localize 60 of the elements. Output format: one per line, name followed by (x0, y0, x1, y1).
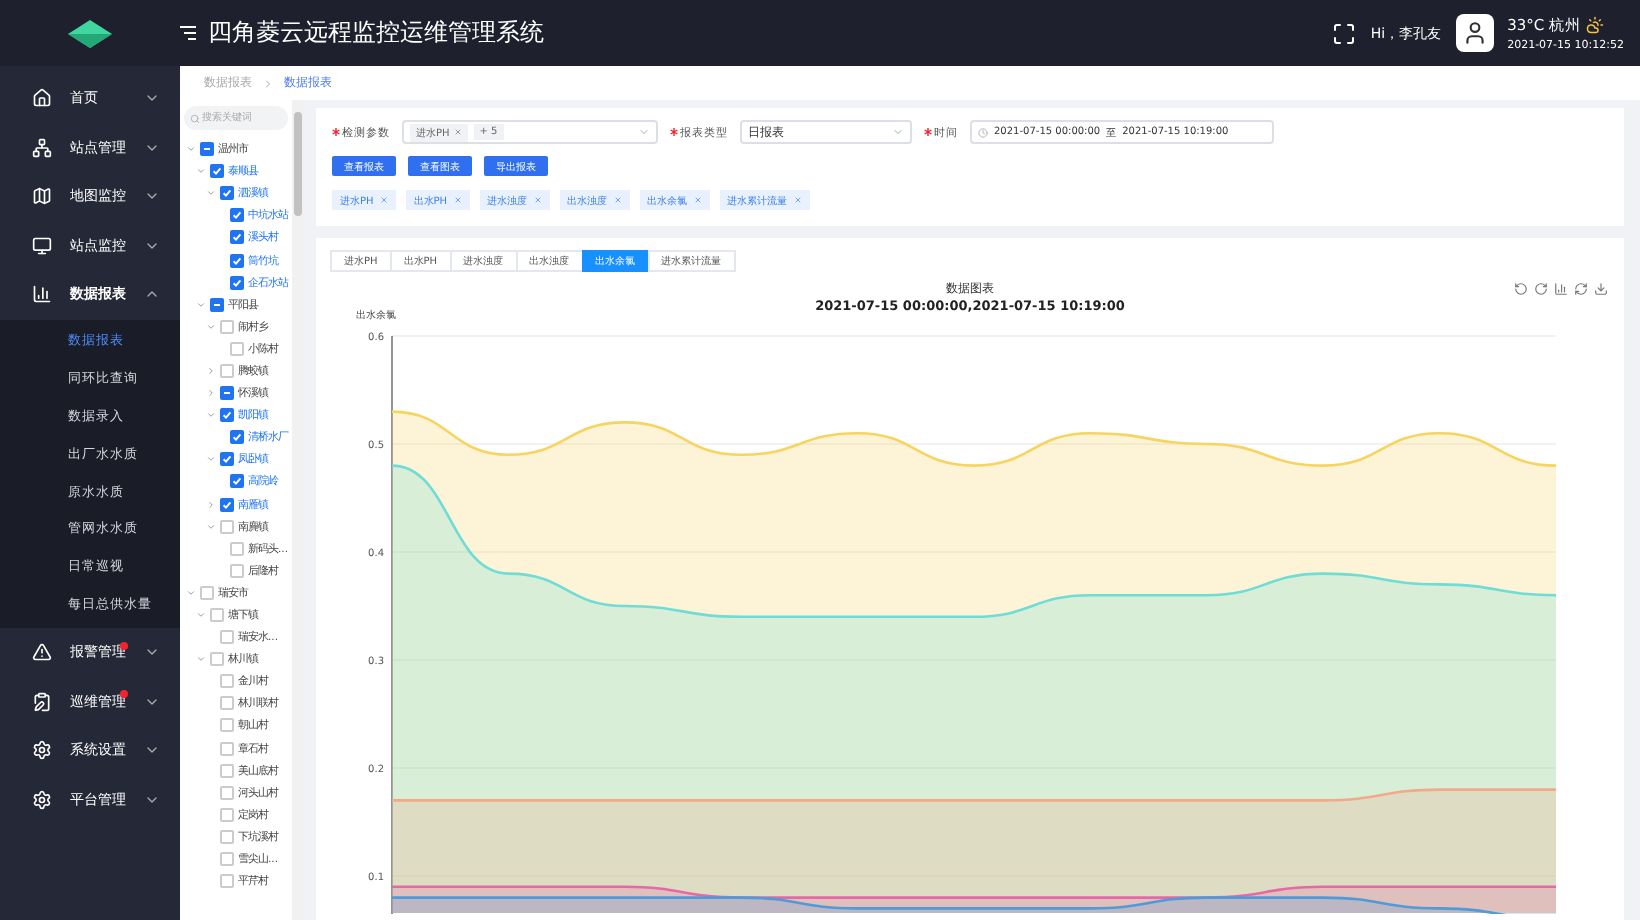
scrollbar-thumb[interactable] (294, 112, 302, 216)
caret-icon[interactable] (205, 521, 215, 532)
caret-icon[interactable] (205, 454, 215, 465)
checkbox[interactable] (200, 585, 214, 600)
checkbox[interactable] (220, 718, 234, 733)
caret-icon[interactable] (185, 144, 195, 155)
bar-chart-icon (32, 284, 52, 305)
checkbox[interactable] (220, 785, 234, 800)
checkbox[interactable] (230, 563, 244, 578)
caret-icon[interactable] (205, 188, 215, 199)
sitemap-icon (32, 137, 52, 158)
clock-icon (978, 127, 988, 137)
checkbox[interactable] (220, 319, 234, 334)
caret-icon[interactable] (195, 654, 205, 665)
caret-icon[interactable] (205, 499, 215, 510)
bar-chart-icon[interactable] (1554, 282, 1568, 296)
settings-icon (32, 789, 52, 810)
caret-icon[interactable] (195, 610, 205, 621)
chevron-icon (892, 126, 904, 138)
download-icon[interactable] (1594, 282, 1608, 296)
caret-icon[interactable] (205, 321, 215, 332)
caret-icon[interactable] (185, 587, 195, 598)
checkbox[interactable] (220, 874, 234, 889)
weather-icon (1585, 16, 1603, 34)
monitor-icon (32, 235, 52, 256)
menu-icon[interactable] (180, 26, 196, 40)
warning-icon (32, 642, 52, 663)
checkbox[interactable] (220, 630, 234, 645)
caret-icon[interactable] (205, 388, 215, 399)
search-icon (190, 113, 200, 123)
undo-icon[interactable] (1514, 282, 1528, 296)
map-icon (32, 186, 52, 207)
checkbox[interactable] (220, 741, 234, 756)
avatar[interactable] (1455, 14, 1494, 52)
settings-icon (32, 740, 52, 761)
separator-icon (262, 77, 274, 89)
checkbox[interactable] (220, 852, 234, 867)
checkbox[interactable] (220, 807, 234, 822)
redo-icon[interactable] (1534, 282, 1548, 296)
clipboard-icon (32, 691, 52, 712)
checkbox[interactable] (220, 363, 234, 378)
logo-icon (68, 19, 112, 47)
app-title: 四角菱云远程监控运维管理系统 (208, 16, 544, 50)
caret-icon[interactable] (195, 299, 205, 310)
caret-icon[interactable] (195, 166, 205, 177)
checkbox[interactable] (220, 519, 234, 534)
caret-icon[interactable] (205, 365, 215, 376)
checkbox[interactable] (210, 652, 224, 667)
checkbox[interactable] (230, 341, 244, 356)
refresh-icon[interactable] (1574, 282, 1588, 296)
checkbox[interactable] (220, 763, 234, 778)
home-icon (32, 88, 52, 109)
checkbox[interactable] (230, 541, 244, 556)
checkbox[interactable] (210, 608, 224, 623)
chevron-icon (638, 126, 650, 138)
checkbox[interactable] (220, 829, 234, 844)
checkbox[interactable] (220, 696, 234, 711)
fullscreen-icon[interactable] (1332, 21, 1357, 45)
caret-icon[interactable] (205, 410, 215, 421)
checkbox[interactable] (220, 674, 234, 689)
